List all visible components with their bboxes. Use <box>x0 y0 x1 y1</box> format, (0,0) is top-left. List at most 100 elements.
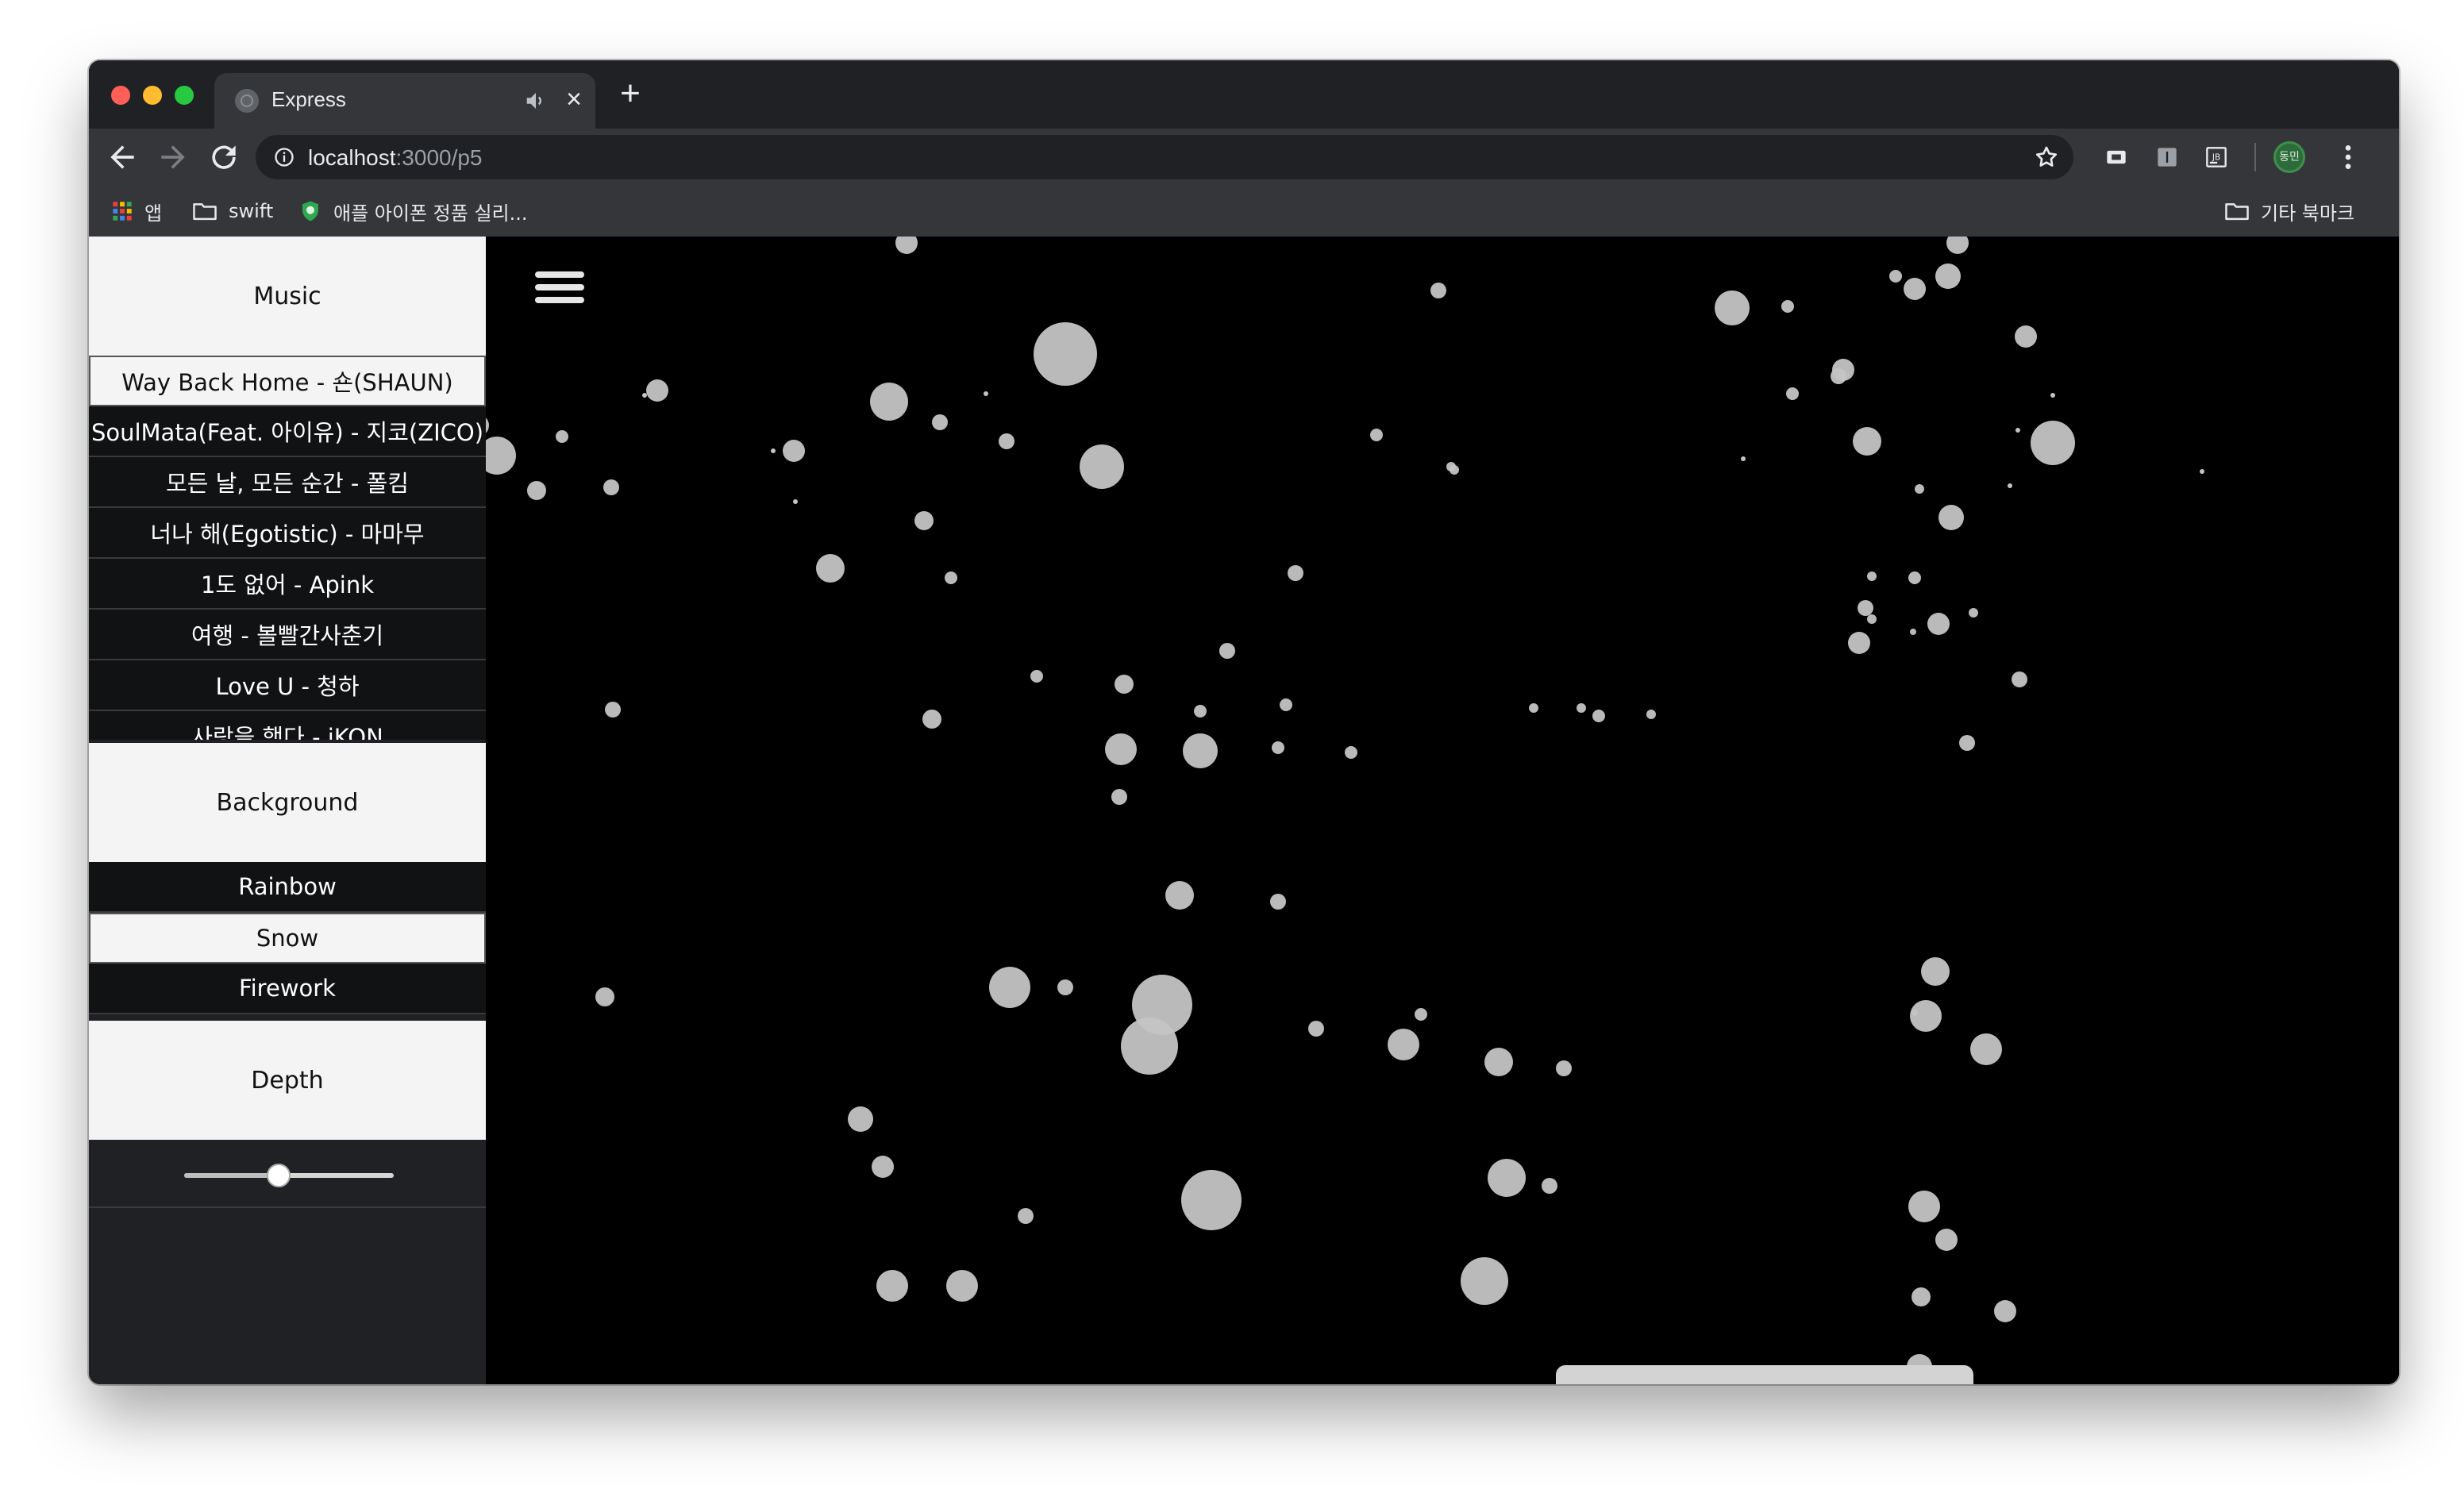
snowflake <box>946 1270 978 1302</box>
song-item[interactable]: 너나 해(Egotistic) - 마마무 <box>89 508 486 559</box>
snowflake <box>932 414 948 430</box>
song-item[interactable]: 1도 없어 - Apink <box>89 559 486 610</box>
snowflake <box>1415 1008 1427 1021</box>
snowflake <box>1935 264 1961 289</box>
snowflake <box>816 554 845 583</box>
snowflake <box>1388 1029 1419 1060</box>
info-icon[interactable] <box>273 146 295 168</box>
snowflake <box>989 967 1030 1008</box>
snowflake <box>1194 705 1207 718</box>
snowflake <box>486 417 489 433</box>
bookmark-swift[interactable]: swift <box>192 198 273 224</box>
new-tab-button[interactable]: + <box>613 76 648 113</box>
snowflake <box>1270 894 1286 910</box>
background-option-snow[interactable]: Snow <box>89 913 486 964</box>
background-option-firework[interactable]: Firework <box>89 964 486 1014</box>
song-item[interactable]: 사랑을 했다 - iKON <box>89 711 486 740</box>
hamburger-menu-icon[interactable] <box>535 271 584 310</box>
window-close-button[interactable] <box>111 86 130 105</box>
snowflake <box>914 511 934 530</box>
close-tab-icon[interactable]: × <box>560 86 587 113</box>
folder-icon <box>193 203 217 221</box>
song-item[interactable]: Way Back Home - 숀(SHAUN) <box>89 356 486 406</box>
snowflake <box>2015 325 2037 348</box>
jb-icon[interactable]: JB <box>2205 146 2227 168</box>
snowflake <box>1272 741 1284 754</box>
address-bar[interactable]: localhost:3000/p5 <box>256 135 2073 179</box>
toolbar-divider <box>2254 143 2256 171</box>
snowflake <box>848 1106 873 1132</box>
snowflake <box>605 702 621 718</box>
snowflake <box>895 237 918 254</box>
forward-arrow-icon[interactable] <box>156 140 191 175</box>
slider-thumb[interactable] <box>266 1164 291 1187</box>
snowflake <box>1080 444 1124 489</box>
snowflake <box>1646 710 1656 719</box>
bookmark-apps[interactable]: 앱 <box>111 198 162 225</box>
snowflake <box>1741 456 1746 461</box>
url-text[interactable]: localhost:3000/p5 <box>308 145 483 171</box>
sidebar: Music Way Back Home - 숀(SHAUN) SoulMata(… <box>89 237 486 1384</box>
music-player-controls <box>1556 1365 1973 1384</box>
snowflake <box>1308 1021 1324 1037</box>
snowflake <box>1853 427 1881 456</box>
tab-express[interactable]: Express × <box>214 73 595 129</box>
snowflake <box>1912 1287 1931 1306</box>
background-list: Rainbow Snow Firework <box>89 862 486 1014</box>
ibeam-icon[interactable] <box>2156 146 2178 168</box>
snowflake <box>771 448 776 453</box>
snowflake <box>999 433 1014 449</box>
snowflake <box>1935 1229 1958 1251</box>
snowflake <box>1912 1010 1918 1016</box>
snowflake <box>1938 505 1964 530</box>
toolbar: localhost:3000/p5 JB 동민 <box>89 129 2399 186</box>
song-item[interactable]: 모든 날, 모든 순간 - 폴킴 <box>89 457 486 508</box>
snowflake <box>2015 428 2020 433</box>
snowflake <box>527 481 546 500</box>
profile-avatar[interactable]: 동민 <box>2273 141 2305 173</box>
url-host: localhost <box>308 145 396 170</box>
snowflake <box>2050 393 2055 398</box>
bookmark-star-icon[interactable] <box>2034 144 2059 170</box>
badge-icon[interactable] <box>2105 146 2127 168</box>
snowflake <box>1927 613 1950 635</box>
window-minimize-button[interactable] <box>143 86 162 105</box>
song-item[interactable]: SoulMata(Feat. 아이유) - 지코(ZICO) <box>89 406 486 457</box>
snowflake <box>1111 789 1127 805</box>
bookmark-apple-case[interactable]: 애플 아이폰 정품 실리... <box>298 198 528 225</box>
snowflake <box>870 383 908 421</box>
window-maximize-button[interactable] <box>175 86 194 105</box>
snowflake <box>1959 735 1975 751</box>
snowflake <box>1018 1208 1034 1224</box>
snowflake <box>1715 290 1750 325</box>
snowflake <box>1921 957 1950 986</box>
more-menu-icon[interactable] <box>2332 141 2364 173</box>
snowflake <box>1908 1191 1940 1222</box>
snowflake <box>1165 881 1194 910</box>
snowflake <box>1183 733 1218 768</box>
reload-icon[interactable] <box>206 140 241 175</box>
back-arrow-icon[interactable] <box>105 140 140 175</box>
background-option-rainbow[interactable]: Rainbow <box>89 862 486 913</box>
snow-canvas[interactable] <box>486 237 2399 1384</box>
snowflake <box>1848 632 1870 654</box>
song-item[interactable]: Love U - 청하 <box>89 660 486 711</box>
snowflake <box>1915 484 1924 494</box>
depth-slider[interactable] <box>89 1140 486 1208</box>
snowflake <box>642 393 647 398</box>
snowflake <box>1370 429 1383 441</box>
music-list[interactable]: Way Back Home - 숀(SHAUN) SoulMata(Feat. … <box>89 356 486 740</box>
snowflake <box>1030 670 1043 683</box>
snowflake <box>1904 278 1926 300</box>
tab-title: Express <box>271 87 346 111</box>
snowflake <box>1450 465 1459 475</box>
snowflake <box>1288 565 1303 581</box>
song-item[interactable]: 여행 - 볼빨간사춘기 <box>89 610 486 660</box>
snowflake <box>1867 571 1877 581</box>
globe-icon <box>235 89 259 113</box>
apps-grid-icon <box>113 202 132 221</box>
snowflake <box>1484 1048 1513 1076</box>
bookmark-other[interactable]: 기타 북마크 <box>2224 198 2354 225</box>
snowflake <box>1858 600 1873 616</box>
speaker-icon[interactable] <box>524 89 548 113</box>
